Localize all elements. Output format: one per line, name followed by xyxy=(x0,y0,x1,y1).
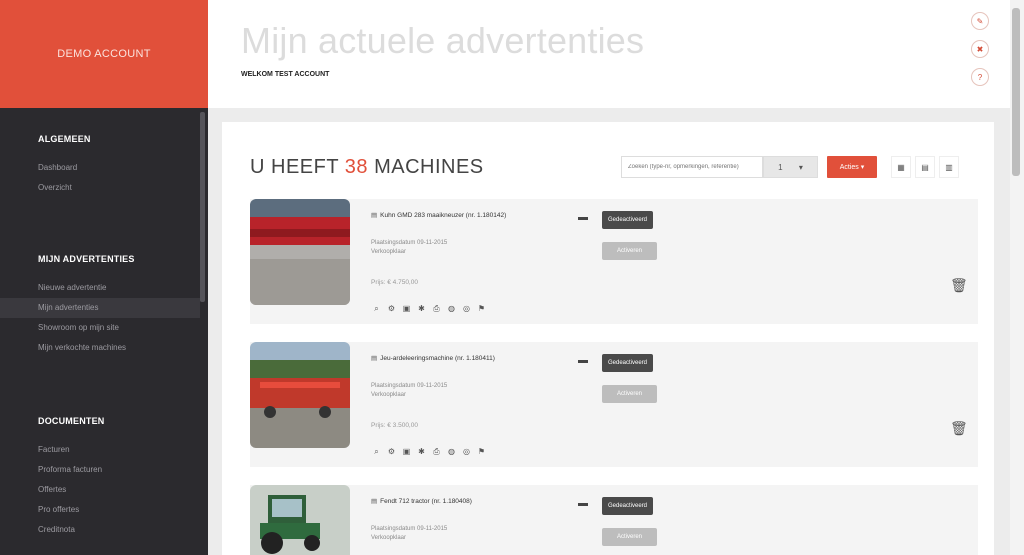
listing-meta: Plaatsingsdatum 09-11-2015 Verkoopklaar xyxy=(371,526,448,541)
sidebar-item-dashboard[interactable]: Dashboard xyxy=(0,158,200,178)
trash-icon[interactable]: 🗑 xyxy=(950,420,968,437)
listing-title[interactable]: ▤ Kuhn GMD 283 maaikneuzer (nr. 1.180142) xyxy=(371,211,506,219)
image-icon[interactable]: ▣ xyxy=(401,303,412,314)
listing-meta: Plaatsingsdatum 09-11-2015 Verkoopklaar xyxy=(371,383,448,398)
document-icon: ▤ xyxy=(371,355,378,362)
star-icon[interactable]: ✱ xyxy=(416,303,427,314)
settings-icon[interactable]: ⚙ xyxy=(386,446,397,457)
status-badge[interactable]: Gedeactiveerd xyxy=(602,211,654,229)
star-icon[interactable]: ✱ xyxy=(416,446,427,457)
globe-icon[interactable]: ◍ xyxy=(446,303,457,314)
listing-image-red-tedder[interactable] xyxy=(250,342,350,448)
share-icon[interactable]: ◎ xyxy=(461,446,472,457)
sidebar-item-verkochte-machines[interactable]: Mijn verkochte machines xyxy=(0,338,200,358)
globe-icon[interactable]: ◍ xyxy=(446,446,457,457)
search-icon[interactable]: ⌕ xyxy=(371,446,382,457)
listing-row[interactable]: ▤ Kuhn GMD 283 maaikneuzer (nr. 1.180142)… xyxy=(250,199,978,324)
sidebar-item-creditnota[interactable]: Creditnota xyxy=(0,520,200,540)
sidebar-heading: DOCUMENTEN xyxy=(38,416,105,426)
count-prefix: U HEEFT xyxy=(250,156,345,178)
flag-icon[interactable]: ⚑ xyxy=(476,446,487,457)
sidebar-item-mijn-advertenties[interactable]: Mijn advertenties xyxy=(0,298,200,318)
close-icon[interactable]: ✖ xyxy=(971,40,989,58)
listing-meta: Plaatsingsdatum 09-11-2015 Verkoopklaar xyxy=(371,240,448,255)
list-view-icon[interactable]: ▤ xyxy=(915,156,935,178)
page-header: Mijn actuele advertenties WELKOM TEST AC… xyxy=(208,0,1008,108)
listing-actions: ⌕ ⚙ ▣ ✱ ⎙ ◍ ◎ ⚑ xyxy=(371,303,487,314)
count-suffix: MACHINES xyxy=(368,156,484,178)
minus-icon[interactable] xyxy=(578,217,588,220)
document-icon: ▤ xyxy=(371,212,378,219)
sidebar-item-facturen[interactable]: Facturen xyxy=(0,440,200,460)
actions-label: Acties xyxy=(839,163,859,171)
activate-button[interactable]: Activeren xyxy=(602,242,657,260)
sidebar-item-offertes[interactable]: Offertes xyxy=(0,480,200,500)
filter-value: 1 xyxy=(778,162,783,172)
print-icon[interactable]: ⎙ xyxy=(431,446,442,457)
table-view-icon[interactable]: ▥ xyxy=(939,156,959,178)
listing-row[interactable]: ▤ Fendt 712 tractor (nr. 1.180408) Plaats… xyxy=(250,485,978,555)
sidebar-item-showroom[interactable]: Showroom op mijn site xyxy=(0,318,200,338)
edit-icon[interactable]: ✎ xyxy=(971,12,989,30)
page-subtitle: WELKOM TEST ACCOUNT xyxy=(241,71,330,78)
document-icon: ▤ xyxy=(371,498,378,505)
print-icon[interactable]: ⎙ xyxy=(431,303,442,314)
search-icon[interactable]: ⌕ xyxy=(371,303,382,314)
minus-icon[interactable] xyxy=(578,503,588,506)
image-icon[interactable]: ▣ xyxy=(401,446,412,457)
machine-count-title: U HEEFT 38 MACHINES xyxy=(250,156,484,179)
sidebar-item-pro-offertes[interactable]: Pro offertes xyxy=(0,500,200,520)
listing-image-green-tractor[interactable] xyxy=(250,485,350,555)
activate-button[interactable]: Activeren xyxy=(602,385,657,403)
page-title: Mijn actuele advertenties xyxy=(241,20,645,61)
minus-icon[interactable] xyxy=(578,360,588,363)
flag-icon[interactable]: ⚑ xyxy=(476,303,487,314)
listing-title[interactable]: ▤ Jeu-ardeleeringsmachine (nr. 1.180411) xyxy=(371,354,495,362)
sidebar: DEMO ACCOUNT ALGEMEEN Dashboard Overzich… xyxy=(0,0,208,555)
actions-button[interactable]: Acties ▾ xyxy=(827,156,877,178)
settings-icon[interactable]: ⚙ xyxy=(386,303,397,314)
sidebar-heading: ALGEMEEN xyxy=(38,134,91,144)
listing-price: Prijs: € 4.750,00 xyxy=(371,279,418,286)
status-badge[interactable]: Gedeactiveerd xyxy=(602,497,654,515)
sidebar-item-nieuwe-advertentie[interactable]: Nieuwe advertentie xyxy=(0,278,200,298)
listing-row[interactable]: ▤ Jeu-ardeleeringsmachine (nr. 1.180411) … xyxy=(250,342,978,467)
activate-button[interactable]: Activeren xyxy=(602,528,657,546)
listing-actions: ⌕ ⚙ ▣ ✱ ⎙ ◍ ◎ ⚑ xyxy=(371,446,487,457)
account-brand[interactable]: DEMO ACCOUNT xyxy=(0,0,208,108)
sidebar-item-proforma[interactable]: Proforma facturen xyxy=(0,460,200,480)
sidebar-item-overzicht[interactable]: Overzicht xyxy=(0,178,200,198)
share-icon[interactable]: ◎ xyxy=(461,303,472,314)
trash-icon[interactable]: 🗑 xyxy=(950,277,968,294)
help-icon[interactable]: ? xyxy=(971,68,989,86)
account-brand-label: DEMO ACCOUNT xyxy=(57,48,151,60)
listing-title[interactable]: ▤ Fendt 712 tractor (nr. 1.180408) xyxy=(371,497,472,505)
search-input[interactable] xyxy=(621,156,763,178)
grid-view-icon[interactable]: ▦ xyxy=(891,156,911,178)
listing-price: Prijs: € 3.500,00 xyxy=(371,422,418,429)
sidebar-scrollbar[interactable] xyxy=(200,112,205,302)
count-value: 38 xyxy=(344,156,369,178)
listing-image-red-mower[interactable] xyxy=(250,199,350,305)
chevron-down-icon: ▾ xyxy=(798,162,803,172)
sidebar-heading: MIJN ADVERTENTIES xyxy=(38,254,135,264)
status-badge[interactable]: Gedeactiveerd xyxy=(602,354,654,372)
sidebar-section-advertenties: MIJN ADVERTENTIES Nieuwe advertentie Mij… xyxy=(0,254,200,358)
sidebar-section-documenten: DOCUMENTEN Facturen Proforma facturen Of… xyxy=(0,416,200,540)
filter-select[interactable]: 1 ▾ xyxy=(763,156,818,178)
page-scrollbar-thumb[interactable] xyxy=(1012,8,1020,176)
sidebar-section-algemeen: ALGEMEEN Dashboard Overzicht xyxy=(0,134,200,198)
